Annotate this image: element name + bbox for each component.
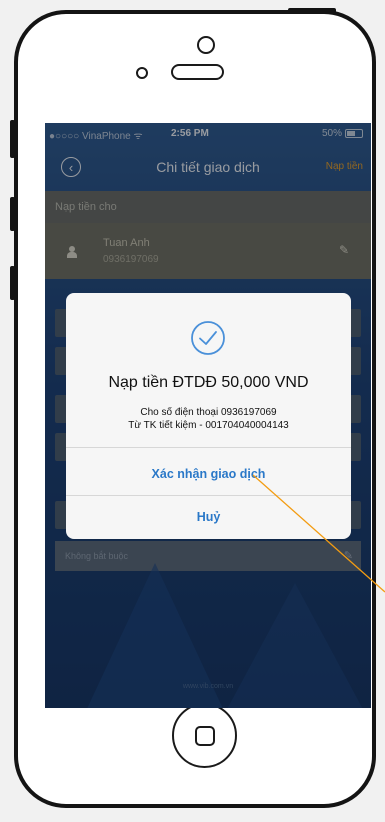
- dialog-title: Nạp tiền ĐTDĐ 50,000 VND: [108, 374, 309, 391]
- check-circle-icon: [191, 321, 225, 355]
- confirm-dialog: Nạp tiền ĐTDĐ 50,000 VND Cho số điện tho…: [66, 293, 351, 539]
- confirm-transaction-button[interactable]: Xác nhận giao dịch: [66, 467, 351, 481]
- home-square-icon: [195, 726, 215, 746]
- cancel-button[interactable]: Huỷ: [66, 510, 351, 524]
- mute-switch: [10, 120, 15, 158]
- front-camera: [197, 36, 215, 54]
- dialog-phone-line: Cho số điện thoại 0936197069: [140, 407, 277, 418]
- volume-down-button: [10, 266, 15, 300]
- dialog-divider: [66, 495, 351, 496]
- volume-up-button: [10, 197, 15, 231]
- proximity-sensor: [136, 67, 148, 79]
- home-button[interactable]: [172, 703, 237, 768]
- dialog-divider: [66, 447, 351, 448]
- dialog-account-line: Từ TK tiết kiệm - 001704040004143: [128, 420, 289, 431]
- earpiece-speaker: [171, 64, 224, 80]
- app-screen: ●○○○○ VinaPhone ᯤ 2:56 PM 50% ‹ Chi tiết…: [45, 123, 371, 708]
- power-button: [288, 8, 336, 13]
